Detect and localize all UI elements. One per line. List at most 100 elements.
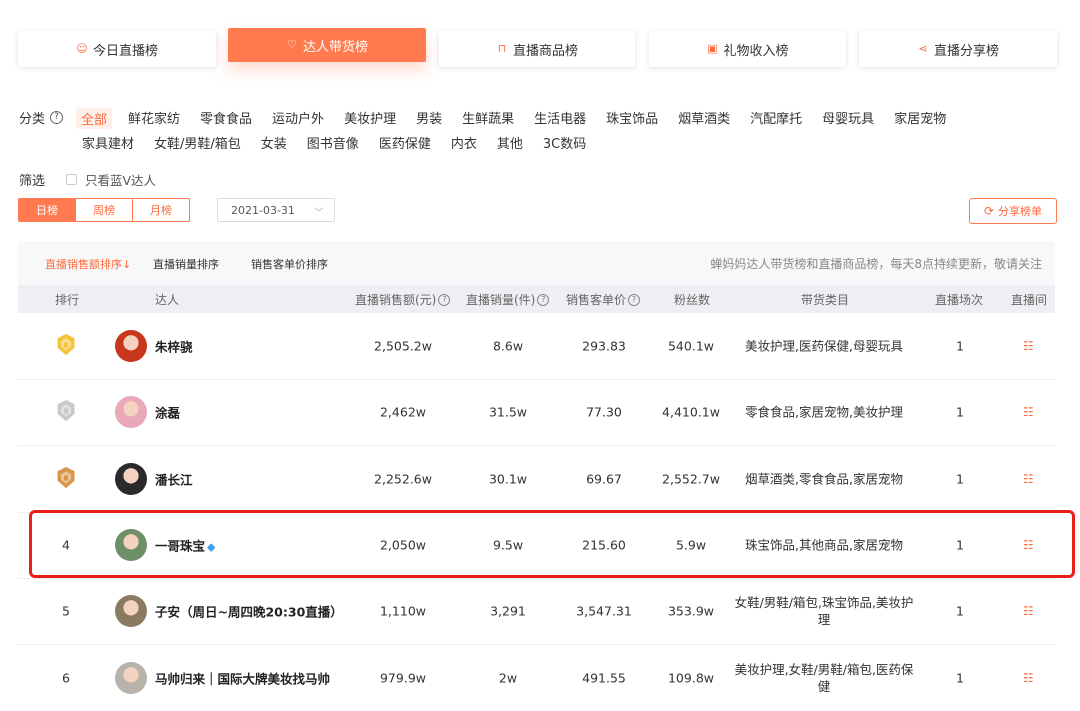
volume-value: 30.1w [488,471,528,487]
category-item[interactable]: 家居宠物 [894,108,946,129]
avatar[interactable] [115,595,147,627]
sales-value: 2,252.6w [374,471,432,487]
tab-live-products[interactable]: ⊓ 直播商品榜 [439,31,635,67]
col-sessions: 直播场次 [935,293,984,307]
sessions-value: 1 [956,471,964,487]
share-refresh-icon: ⟳ [983,204,995,218]
category-item[interactable]: 内衣 [451,133,477,152]
tab-gift-income[interactable]: ▣ 礼物收入榜 [649,31,846,67]
influencer-name[interactable]: 潘长江 [155,470,193,489]
chevron-down-icon: ﹀ [314,208,324,219]
avatar[interactable] [115,662,147,694]
table-header: 排行 达人 直播销售额(元)? 直播销量(件)? 销售客单价? 粉丝数 带货类目… [18,285,1055,313]
unit-price-value: 293.83 [582,338,626,354]
category-item[interactable]: 男装 [416,108,442,129]
unit-price-value: 491.55 [582,670,626,686]
live-room-icon[interactable]: ☷ [1023,472,1034,486]
col-unit-price[interactable]: 销售客单价? [566,291,641,308]
share-ranking-button[interactable]: ⟳ 分享榜单 [969,198,1057,224]
category-item[interactable]: 运动户外 [272,108,324,129]
table-row[interactable]: 涂磊 2,462w 31.5w 77.30 4,410.1w 零食食品,家居宠物,美妆护理… [18,379,1055,446]
category-item[interactable]: 生活电器 [534,108,586,129]
live-room-icon[interactable]: ☷ [1023,604,1034,618]
tab-live-share[interactable]: ⋖ 直播分享榜 [859,31,1057,67]
influencer-name[interactable]: 朱梓骁 [155,337,193,356]
category-item[interactable]: 女鞋/男鞋/箱包 [154,133,241,152]
live-room-icon[interactable]: ☷ [1023,671,1034,685]
sales-value: 2,462w [379,404,426,420]
table-row[interactable]: 5 子安（周日~周四晚20:30直播） 1,110w 3,291 3,547.31 353… [18,578,1055,645]
date-select[interactable]: 2021-03-31 ﹀ [217,198,335,222]
table-row[interactable]: 潘长江 2,252.6w 30.1w 69.67 2,552.7w 烟草酒类,零食食品,家… [18,446,1055,513]
category-item[interactable]: 零食食品 [200,108,252,129]
category-item[interactable]: 3C数码 [543,133,586,152]
shopping-bag-icon: ⊓ [497,42,507,55]
heart-shield-icon: ♡ [287,38,297,51]
sort-by-volume[interactable]: 直播销量排序 [153,256,219,272]
category-item[interactable]: 珠宝饰品 [606,108,658,129]
rank-medal-icon [56,333,76,359]
category-item[interactable]: 图书音像 [307,133,359,152]
fans-value: 353.9w [667,603,714,619]
live-room-icon[interactable]: ☷ [1023,405,1034,419]
blue-v-filter[interactable]: 只看蓝V达人 [66,170,156,189]
help-icon[interactable]: ? [50,111,64,124]
category-row-1: 全部 鲜花家纺 零食食品 运动户外 美妆护理 男装 生鲜蔬果 生活电器 珠宝饰品 烟草酒类 汽配摩托… [76,108,966,129]
col-sales[interactable]: 直播销售额(元)? [355,291,451,308]
category-item[interactable]: 家具建材 [82,133,134,152]
smile-circle-icon: ☺ [76,42,88,55]
blue-v-checkbox[interactable] [66,174,77,185]
tab-today-live[interactable]: ☺ 今日直播榜 [18,31,216,67]
rank-number: 6 [62,670,70,686]
sessions-value: 1 [956,338,964,354]
fans-value: 2,552.7w [662,471,720,487]
table-row[interactable]: 朱梓骁 2,505.2w 8.6w 293.83 540.1w 美妆护理,医药保健,母婴玩… [18,313,1055,380]
volume-value: 2w [498,670,518,686]
help-icon[interactable]: ? [537,293,550,306]
categories-value: 美妆护理,女鞋/男鞋/箱包,医药保健 [734,662,914,694]
avatar[interactable] [115,330,147,362]
share-icon: ⋖ [918,42,928,55]
live-room-icon[interactable]: ☷ [1023,339,1034,353]
col-volume[interactable]: 直播销量(件)? [466,291,550,308]
update-note: 蝉妈妈达人带货榜和直播商品榜，每天8点持续更新，敬请关注 [710,257,1042,271]
category-item[interactable]: 生鲜蔬果 [462,108,514,129]
categories-value: 美妆护理,医药保健,母婴玩具 [745,338,903,354]
category-item[interactable]: 全部 [76,108,113,129]
period-weekly[interactable]: 周榜 [75,198,133,222]
influencer-name[interactable]: 子安（周日~周四晚20:30直播） [155,602,343,621]
avatar[interactable] [115,396,147,428]
col-categories: 带货类目 [801,293,850,307]
rank-medal-icon [56,399,76,425]
category-item[interactable]: 烟草酒类 [678,108,730,129]
help-icon[interactable]: ? [628,293,641,306]
category-item[interactable]: 女装 [261,133,287,152]
sort-by-sales[interactable]: 直播销售额排序↓ [45,256,131,272]
sort-down-icon: ↓ [122,258,132,271]
volume-value: 8.6w [492,338,524,354]
sales-value: 1,110w [379,603,426,619]
period-monthly[interactable]: 月榜 [132,198,190,222]
influencer-name[interactable]: 涂磊 [155,403,180,422]
sort-by-unit-price[interactable]: 销售客单价排序 [251,256,328,272]
sort-bar: 直播销售额排序↓ 直播销量排序 销售客单价排序 蝉妈妈达人带货榜和直播商品榜，每… [18,241,1055,285]
categories-value: 零食食品,家居宠物,美妆护理 [745,404,903,420]
table-row[interactable]: 6 马帅归来｜国际大牌美妆找马帅 979.9w 2w 491.55 109.8w 美妆护理,… [18,645,1055,711]
unit-price-value: 77.30 [586,404,622,420]
gift-icon: ▣ [707,42,718,55]
category-item[interactable]: 母婴玩具 [822,108,874,129]
category-item[interactable]: 其他 [497,133,523,152]
help-icon[interactable]: ? [438,293,451,306]
category-item[interactable]: 鲜花家纺 [128,108,180,129]
influencer-name[interactable]: 马帅归来｜国际大牌美妆找马帅 [155,669,330,688]
category-item[interactable]: 美妆护理 [344,108,396,129]
tab-influencer-sales[interactable]: ♡ 达人带货榜 [228,28,426,62]
unit-price-value: 69.67 [586,471,622,487]
sessions-value: 1 [956,404,964,420]
unit-price-value: 3,547.31 [576,603,632,619]
period-daily[interactable]: 日榜 [18,198,76,222]
avatar[interactable] [115,463,147,495]
category-item[interactable]: 医药保健 [379,133,431,152]
period-switch: 日榜 周榜 月榜 [18,198,190,222]
category-item[interactable]: 汽配摩托 [750,108,802,129]
